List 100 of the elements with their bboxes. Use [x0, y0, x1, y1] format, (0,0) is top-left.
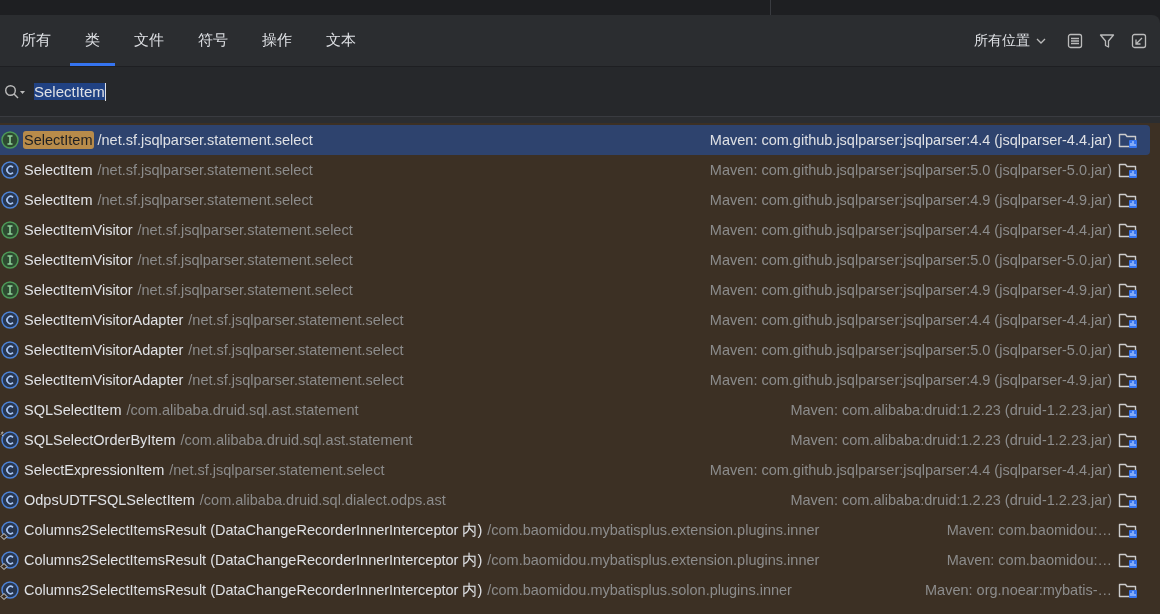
class-icon: [0, 400, 20, 420]
library-label: Maven: com.github.jsqlparser:jsqlparser:4.4 (jsqlparser-4.4.jar): [709, 132, 1112, 148]
class-name: SelectExpressionItem: [23, 461, 166, 479]
class-icon: [0, 490, 20, 510]
package-path: /net.sf.jsqlparser.statement.select: [97, 132, 313, 148]
result-row[interactable]: SelectItem /net.sf.jsqlparser.statement.select Maven: com.github.jsqlparser:jsqlparser:4.4 (jsqlparser-4.4.jar): [0, 125, 1150, 155]
library-label: Maven: com.github.jsqlparser:jsqlparser:4.4 (jsqlparser-4.4.jar): [709, 312, 1112, 328]
library-folder-icon: [1118, 581, 1138, 599]
interface-icon: [0, 220, 20, 240]
library-folder-icon: [1118, 551, 1138, 569]
library-label: Maven: com.github.jsqlparser:jsqlparser:4.4 (jsqlparser-4.4.jar): [709, 462, 1112, 478]
library-label: Maven: com.github.jsqlparser:jsqlparser:4.9 (jsqlparser-4.9.jar): [709, 192, 1112, 208]
result-row[interactable]: SQLSelectOrderByItem /com.alibaba.druid.sql.ast.statement Maven: com.alibaba:druid:1.2.23 (druid-1.2.23.jar): [0, 425, 1150, 455]
search-icon[interactable]: [4, 83, 26, 100]
package-path: /net.sf.jsqlparser.statement.select: [137, 282, 353, 298]
class-name: SelectItem: [23, 191, 94, 209]
class-icon: [0, 190, 20, 210]
package-path: /com.baomidou.mybatisplus.extension.plugins.inner: [487, 552, 820, 568]
package-path: /com.alibaba.druid.sql.dialect.odps.ast: [199, 492, 446, 508]
scope-dropdown[interactable]: 所有位置: [974, 31, 1046, 50]
class-name: SelectItemVisitor: [23, 281, 134, 299]
interface-icon: [0, 130, 20, 150]
preview-icon[interactable]: [1066, 31, 1084, 50]
class-icon: [0, 310, 20, 330]
library-label: Maven: com.github.jsqlparser:jsqlparser:5.0 (jsqlparser-5.0.jar): [709, 252, 1112, 268]
result-row[interactable]: Columns2SelectItemsResult (DataChangeRecorderInnerInterceptor 内) /com.baomidou.mybatisplus.extension.plugins.inner Maven: com.baomidou:…: [0, 545, 1150, 575]
class-name: Columns2SelectItemsResult (DataChangeRecorderInnerInterceptor 内): [23, 550, 484, 570]
tab[interactable]: 文本: [311, 15, 371, 66]
library-label: Maven: com.github.jsqlparser:jsqlparser:4.9 (jsqlparser-4.9.jar): [709, 282, 1112, 298]
result-row[interactable]: Columns2SelectItemsResult (DataChangeRecorderInnerInterceptor 内) /com.baomidou.mybatisplus.extension.plugins.inner Maven: com.baomidou:…: [0, 515, 1150, 545]
class-name: SelectItemVisitor: [23, 251, 134, 269]
library-label: Maven: com.github.jsqlparser:jsqlparser:4.4 (jsqlparser-4.4.jar): [709, 222, 1112, 238]
result-row[interactable]: SQLSelectItem /com.alibaba.druid.sql.ast.statement Maven: com.alibaba:druid:1.2.23 (druid-1.2.23.jar): [0, 395, 1150, 425]
class-name: SelectItemVisitorAdapter: [23, 311, 185, 329]
library-folder-icon: [1118, 311, 1138, 329]
tab[interactable]: 文件: [119, 15, 179, 66]
class-name: SQLSelectItem: [23, 401, 123, 419]
package-path: /net.sf.jsqlparser.statement.select: [188, 372, 404, 388]
result-row[interactable]: SelectItemVisitorAdapter /net.sf.jsqlparser.statement.select Maven: com.github.jsqlparser:jsqlparser:4.9 (jsqlparser-4.9.jar): [0, 365, 1150, 395]
interface-icon: [0, 280, 20, 300]
result-row[interactable]: SelectItemVisitor /net.sf.jsqlparser.statement.select Maven: com.github.jsqlparser:jsqlparser:4.9 (jsqlparser-4.9.jar): [0, 275, 1150, 305]
class-icon: [0, 460, 20, 480]
library-folder-icon: [1118, 401, 1138, 419]
filter-icon[interactable]: [1098, 31, 1116, 50]
package-path: /net.sf.jsqlparser.statement.select: [188, 312, 404, 328]
class-icon: [0, 430, 20, 450]
class-name: Columns2SelectItemsResult (DataChangeRecorderInnerInterceptor 内): [23, 520, 484, 540]
result-row[interactable]: SelectItem /net.sf.jsqlparser.statement.select Maven: com.github.jsqlparser:jsqlparser:5.0 (jsqlparser-5.0.jar): [0, 155, 1150, 185]
package-path: /net.sf.jsqlparser.statement.select: [97, 192, 313, 208]
package-path: /net.sf.jsqlparser.statement.select: [188, 342, 404, 358]
library-label: Maven: org.noear:mybatis-…: [925, 582, 1112, 598]
result-row[interactable]: SelectExpressionItem /net.sf.jsqlparser.statement.select Maven: com.github.jsqlparser:jsqlparser:4.4 (jsqlparser-4.4.jar): [0, 455, 1150, 485]
interface-icon: [0, 250, 20, 270]
library-folder-icon: [1118, 491, 1138, 509]
class-icon: [0, 370, 20, 390]
library-folder-icon: [1118, 371, 1138, 389]
class-name: SelectItem: [23, 161, 94, 179]
library-label: Maven: com.github.jsqlparser:jsqlparser:5.0 (jsqlparser-5.0.jar): [709, 162, 1112, 178]
tab[interactable]: 操作: [247, 15, 307, 66]
library-label: Maven: com.baomidou:…: [946, 552, 1112, 568]
class-icon: [0, 340, 20, 360]
library-folder-icon: [1118, 431, 1138, 449]
library-label: Maven: com.github.jsqlparser:jsqlparser:5.0 (jsqlparser-5.0.jar): [709, 342, 1112, 358]
library-label: Maven: com.baomidou:…: [946, 522, 1112, 538]
library-folder-icon: [1118, 521, 1138, 539]
library-folder-icon: [1118, 131, 1138, 149]
result-row[interactable]: SelectItemVisitor /net.sf.jsqlparser.statement.select Maven: com.github.jsqlparser:jsqlparser:4.4 (jsqlparser-4.4.jar): [0, 215, 1150, 245]
class-name: SQLSelectOrderByItem: [23, 431, 177, 449]
result-row[interactable]: OdpsUDTFSQLSelectItem /com.alibaba.druid.sql.dialect.odps.ast Maven: com.alibaba:druid:1.2.23 (druid-1.2.23.jar): [0, 485, 1150, 515]
package-path: /com.alibaba.druid.sql.ast.statement: [126, 402, 359, 418]
library-label: Maven: com.github.jsqlparser:jsqlparser:4.9 (jsqlparser-4.9.jar): [709, 372, 1112, 388]
tab[interactable]: 符号: [183, 15, 243, 66]
package-path: /net.sf.jsqlparser.statement.select: [137, 222, 353, 238]
result-row[interactable]: SelectItemVisitorAdapter /net.sf.jsqlparser.statement.select Maven: com.github.jsqlparser:jsqlparser:4.4 (jsqlparser-4.4.jar): [0, 305, 1150, 335]
library-folder-icon: [1118, 281, 1138, 299]
library-label: Maven: com.alibaba:druid:1.2.23 (druid-1.2.23.jar): [790, 492, 1112, 508]
library-label: Maven: com.alibaba:druid:1.2.23 (druid-1.2.23.jar): [790, 432, 1112, 448]
class-icon: [0, 160, 20, 180]
class-name: OdpsUDTFSQLSelectItem: [23, 491, 196, 509]
result-row[interactable]: SelectItem /net.sf.jsqlparser.statement.select Maven: com.github.jsqlparser:jsqlparser:4.9 (jsqlparser-4.9.jar): [0, 185, 1150, 215]
class-name: SelectItemVisitor: [23, 221, 134, 239]
class-name: Columns2SelectItemsResult (DataChangeRecorderInnerInterceptor 内): [23, 580, 484, 600]
library-folder-icon: [1118, 221, 1138, 239]
result-row[interactable]: SelectItemVisitorAdapter /net.sf.jsqlparser.statement.select Maven: com.github.jsqlparser:jsqlparser:5.0 (jsqlparser-5.0.jar): [0, 335, 1150, 365]
class-name: SelectItemVisitorAdapter: [23, 341, 185, 359]
collapse-icon[interactable]: [1130, 31, 1148, 50]
tab[interactable]: 所有: [6, 15, 66, 66]
package-path: /com.baomidou.mybatisplus.solon.plugins.inner: [487, 582, 792, 598]
package-path: /com.baomidou.mybatisplus.extension.plugins.inner: [487, 522, 820, 538]
package-path: /net.sf.jsqlparser.statement.select: [169, 462, 385, 478]
chevron-down-icon: [1036, 37, 1046, 44]
library-folder-icon: [1118, 161, 1138, 179]
package-path: /net.sf.jsqlparser.statement.select: [137, 252, 353, 268]
package-path: /com.alibaba.druid.sql.ast.statement: [180, 432, 413, 448]
result-row[interactable]: Columns2SelectItemsResult (DataChangeRecorderInnerInterceptor 内) /com.baomidou.mybatisplus.solon.plugins.inner Maven: org.noear:mybatis-…: [0, 575, 1150, 605]
package-path: /net.sf.jsqlparser.statement.select: [97, 162, 313, 178]
library-folder-icon: [1118, 461, 1138, 479]
library-folder-icon: [1118, 341, 1138, 359]
result-row[interactable]: SelectItemVisitor /net.sf.jsqlparser.statement.select Maven: com.github.jsqlparser:jsqlparser:5.0 (jsqlparser-5.0.jar): [0, 245, 1150, 275]
library-label: Maven: com.alibaba:druid:1.2.23 (druid-1.2.23.jar): [790, 402, 1112, 418]
